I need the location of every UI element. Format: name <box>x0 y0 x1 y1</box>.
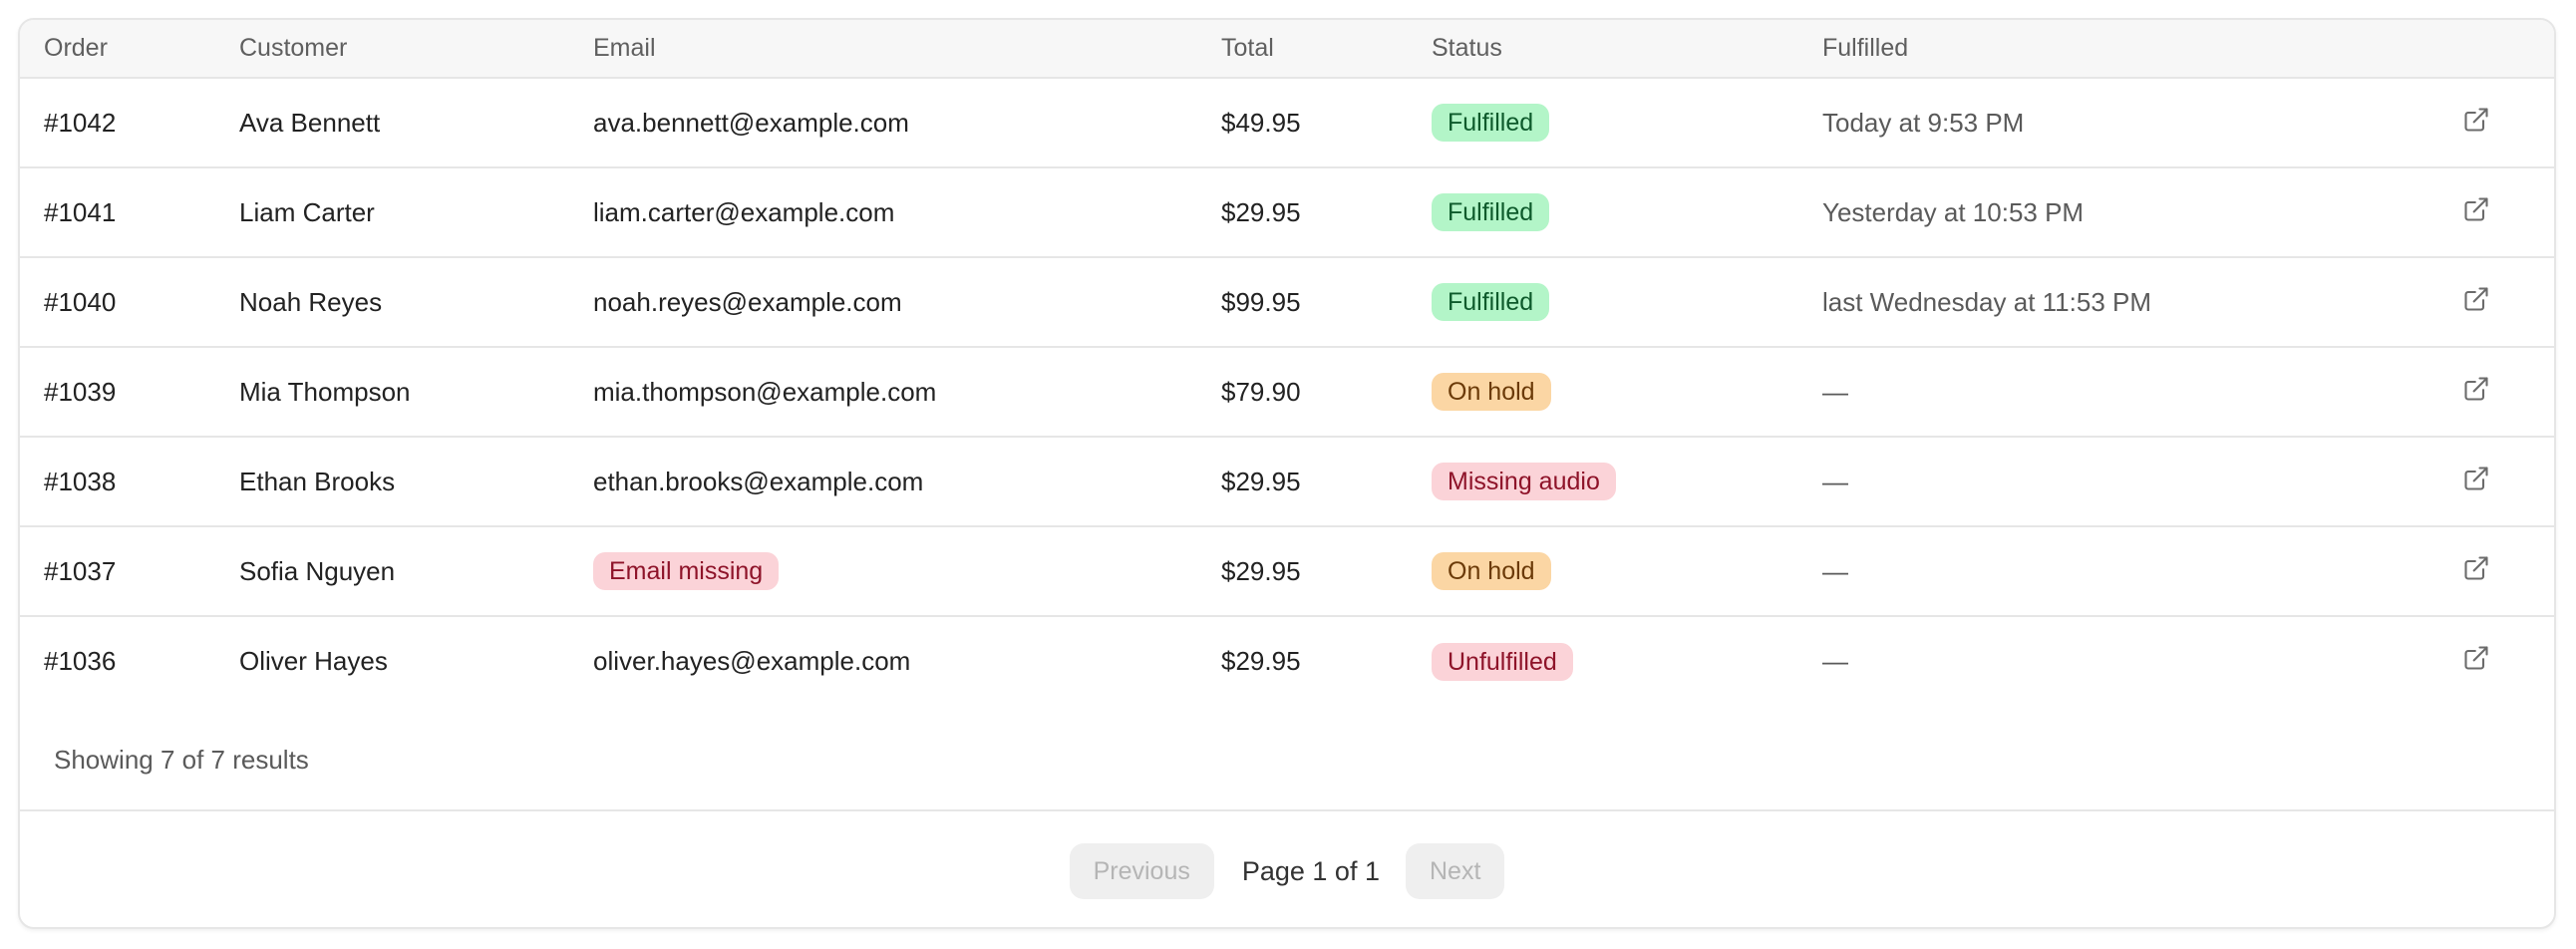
customer-email: mia.thompson@example.com <box>593 347 1221 438</box>
external-link-icon[interactable] <box>2462 644 2490 672</box>
order-total: $29.95 <box>1221 526 1432 617</box>
column-header-email[interactable]: Email <box>593 20 1221 79</box>
column-header-status[interactable]: Status <box>1432 20 1822 79</box>
fulfilled-time: last Wednesday at 11:53 PM <box>1822 257 2462 348</box>
order-number: #1041 <box>20 167 239 258</box>
fulfilled-time: — <box>1822 347 2462 438</box>
order-total: $49.95 <box>1221 78 1432 168</box>
order-number: #1036 <box>44 646 117 676</box>
order-total: $79.90 <box>1221 347 1432 438</box>
column-header-fulfilled[interactable]: Fulfilled <box>1822 20 2462 79</box>
status-cell: Unfulfilled <box>1432 616 1822 706</box>
customer-email: ava.bennett@example.com <box>593 78 1221 168</box>
order-total: $29.95 <box>1221 646 1301 676</box>
status-badge: On hold <box>1432 373 1551 411</box>
table-row[interactable]: #1039 Mia Thompson mia.thompson@example.… <box>20 347 2554 438</box>
email-missing-badge: Email missing <box>593 552 780 590</box>
fulfilled-time: Yesterday at 10:53 PM <box>1822 167 2462 258</box>
status-cell: Fulfilled <box>1432 167 1822 258</box>
order-total: $29.95 <box>1221 437 1432 527</box>
status-cell: Fulfilled <box>1432 78 1822 168</box>
status-badge: Fulfilled <box>1432 104 1550 142</box>
external-link-icon[interactable] <box>2462 106 2490 134</box>
external-link-icon[interactable] <box>2462 554 2490 582</box>
pagination-footer: Previous Page 1 of 1 Next <box>20 809 2554 927</box>
page-indicator: Page 1 of 1 <box>1241 855 1380 886</box>
email-cell: Email missing <box>593 526 1221 617</box>
action-cell <box>2462 167 2554 258</box>
action-cell <box>2462 437 2554 527</box>
status-badge: Unfulfilled <box>1432 642 1573 681</box>
column-header-total[interactable]: Total <box>1221 20 1432 79</box>
action-cell <box>2462 347 2554 438</box>
fulfilled-time: Today at 9:53 PM <box>1822 78 2462 168</box>
external-link-icon[interactable] <box>2462 195 2490 223</box>
previous-button[interactable]: Previous <box>1069 843 1214 899</box>
pagination: Previous Page 1 of 1 Next <box>20 843 2554 899</box>
action-cell <box>2462 616 2554 706</box>
results-summary: Showing 7 of 7 results <box>54 745 309 775</box>
orders-table: Order Customer Email Total Status Fulfil… <box>20 20 2554 706</box>
table-row[interactable]: #1042 Ava Bennett ava.bennett@example.co… <box>20 78 2554 168</box>
status-cell: On hold <box>1432 347 1822 438</box>
column-header-order[interactable]: Order <box>20 20 239 79</box>
fulfilled-time: — <box>1822 646 1848 676</box>
column-header-customer[interactable]: Customer <box>239 20 593 79</box>
status-cell: Missing audio <box>1432 437 1822 527</box>
external-link-icon[interactable] <box>2462 285 2490 313</box>
status-cell: On hold <box>1432 526 1822 617</box>
fulfilled-time: — <box>1822 437 2462 527</box>
order-number: #1042 <box>20 78 239 168</box>
next-button[interactable]: Next <box>1405 843 1505 899</box>
table-body: #1042 Ava Bennett ava.bennett@example.co… <box>20 78 2554 706</box>
customer-name: Ava Bennett <box>239 78 593 168</box>
orders-card: Order Customer Email Total Status Fulfil… <box>18 18 2556 929</box>
customer-name: Liam Carter <box>239 167 593 258</box>
table-row[interactable]: #1040 Noah Reyes noah.reyes@example.com … <box>20 257 2554 348</box>
customer-email: noah.reyes@example.com <box>593 257 1221 348</box>
customer-email: oliver.hayes@example.com <box>593 646 911 676</box>
order-number: #1037 <box>20 526 239 617</box>
table-row[interactable]: #1038 Ethan Brooks ethan.brooks@example.… <box>20 437 2554 527</box>
status-cell: Fulfilled <box>1432 257 1822 348</box>
customer-email: ethan.brooks@example.com <box>593 437 1221 527</box>
external-link-icon[interactable] <box>2462 375 2490 403</box>
customer-email: liam.carter@example.com <box>593 167 1221 258</box>
header-row: Order Customer Email Total Status Fulfil… <box>20 20 2554 79</box>
status-badge: On hold <box>1432 552 1551 590</box>
action-cell <box>2462 78 2554 168</box>
customer-name: Ethan Brooks <box>239 437 593 527</box>
status-badge: Fulfilled <box>1432 283 1550 321</box>
table-row[interactable]: #1041 Liam Carter liam.carter@example.co… <box>20 167 2554 258</box>
status-badge: Fulfilled <box>1432 193 1550 231</box>
column-header-actions <box>2462 20 2554 79</box>
table-row[interactable]: #1036 Oliver Hayes oliver.hayes@example.… <box>20 616 2554 706</box>
customer-name: Noah Reyes <box>239 257 593 348</box>
order-total: $29.95 <box>1221 167 1432 258</box>
order-number: #1040 <box>20 257 239 348</box>
order-total: $99.95 <box>1221 257 1432 348</box>
customer-name: Mia Thompson <box>239 347 593 438</box>
table-row[interactable]: #1037 Sofia Nguyen Email missing $29.95 … <box>20 526 2554 617</box>
order-number: #1039 <box>20 347 239 438</box>
fulfilled-time: — <box>1822 526 2462 617</box>
action-cell <box>2462 526 2554 617</box>
customer-name: Oliver Hayes <box>239 646 388 676</box>
action-cell <box>2462 257 2554 348</box>
status-badge: Missing audio <box>1432 463 1616 500</box>
order-number: #1038 <box>20 437 239 527</box>
external-link-icon[interactable] <box>2462 465 2490 492</box>
table-header: Order Customer Email Total Status Fulfil… <box>20 20 2554 79</box>
customer-name: Sofia Nguyen <box>239 526 593 617</box>
